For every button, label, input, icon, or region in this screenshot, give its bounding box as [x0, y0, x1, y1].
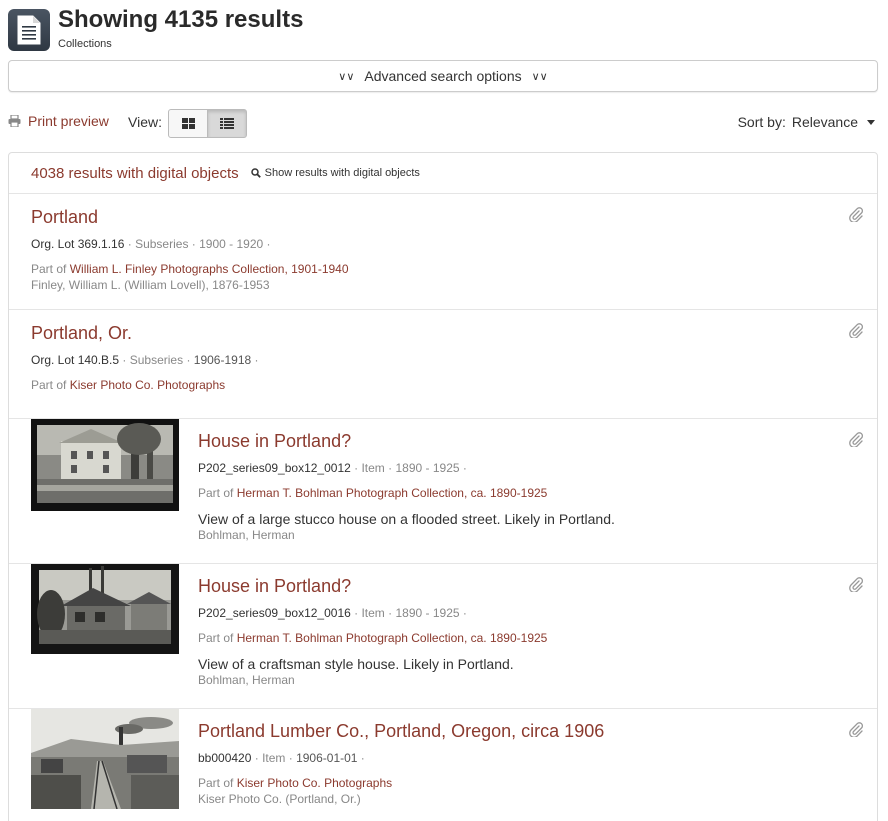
result-level: Item: [361, 606, 385, 620]
result-thumbnail[interactable]: [31, 419, 179, 511]
part-of-prefix: Part of: [198, 631, 234, 645]
result-title-link[interactable]: Portland: [31, 207, 877, 228]
part-of-prefix: Part of: [198, 486, 234, 500]
result-meta: P202_series09_box12_0012 · Item · 1890 -…: [198, 461, 467, 475]
part-of-prefix: Part of: [31, 262, 67, 276]
result-title-link[interactable]: House in Portland?: [198, 576, 877, 597]
result-item: Portland Lumber Co., Portland, Oregon, c…: [9, 709, 877, 821]
result-level: Subseries: [135, 237, 189, 251]
result-title-link[interactable]: Portland Lumber Co., Portland, Oregon, c…: [198, 721, 877, 742]
page-title: Showing 4135 results: [58, 6, 304, 33]
print-preview-label: Print preview: [28, 113, 109, 129]
paperclip-icon: [849, 323, 864, 338]
result-description: View of a large stucco house on a floode…: [198, 511, 615, 527]
craftsman-house-photo: [31, 564, 179, 654]
result-creator: Kiser Photo Co. (Portland, Or.): [198, 792, 361, 806]
collections-document-icon: [8, 9, 50, 51]
result-identifier: bb000420: [198, 751, 252, 765]
result-meta: Org. Lot 369.1.16 · Subseries · 1900 - 1…: [31, 237, 271, 251]
page-subtitle: Collections: [58, 38, 112, 50]
result-meta: Org. Lot 140.B.5 · Subseries · 1906-1918…: [31, 353, 259, 367]
list-icon: [220, 118, 234, 129]
paperclip-icon: [849, 207, 864, 222]
part-of-prefix: Part of: [198, 776, 234, 790]
paperclip-icon: [849, 722, 864, 737]
lumber-mill-photo: [31, 709, 179, 809]
show-digital-objects-label: Show results with digital objects: [264, 167, 420, 179]
digital-objects-count: 4038 results with digital objects: [31, 164, 239, 182]
result-part-of: Part of Kiser Photo Co. Photographs: [31, 378, 877, 392]
result-meta: P202_series09_box12_0016 · Item · 1890 -…: [198, 606, 467, 620]
printer-icon: [8, 115, 21, 127]
advanced-search-toggle[interactable]: ∨∨ Advanced search options ∨∨: [8, 60, 878, 92]
sort-value: Relevance: [791, 114, 858, 130]
result-thumbnail[interactable]: [31, 709, 179, 809]
result-identifier: P202_series09_box12_0016: [198, 606, 351, 620]
result-item: House in Portland? P202_series09_box12_0…: [9, 564, 877, 709]
result-level: Item: [361, 461, 385, 475]
result-thumbnail[interactable]: [31, 564, 179, 654]
result-item: House in Portland? P202_series09_box12_0…: [9, 419, 877, 564]
table-view-button[interactable]: [207, 109, 247, 138]
result-level: Subseries: [129, 353, 184, 367]
double-chevron-down-icon: ∨∨: [531, 70, 548, 83]
result-identifier: Org. Lot 369.1.16: [31, 237, 125, 251]
double-chevron-down-icon: ∨∨: [338, 70, 355, 83]
card-view-button[interactable]: [168, 109, 208, 138]
paperclip-icon: [849, 432, 864, 447]
view-label: View:: [128, 114, 162, 130]
part-of-link[interactable]: Kiser Photo Co. Photographs: [237, 776, 392, 790]
show-digital-objects-link[interactable]: Show results with digital objects: [250, 167, 420, 179]
result-title-link[interactable]: Portland, Or.: [31, 323, 877, 344]
part-of-prefix: Part of: [31, 378, 67, 392]
result-dates: 1900 - 1920: [199, 237, 264, 251]
result-level: Item: [262, 751, 286, 765]
grid-icon: [181, 118, 195, 129]
part-of-link[interactable]: Herman T. Bohlman Photograph Collection,…: [237, 631, 548, 645]
part-of-link[interactable]: Herman T. Bohlman Photograph Collection,…: [237, 486, 548, 500]
result-part-of: Part of Herman T. Bohlman Photograph Col…: [198, 486, 877, 500]
results-toolbar: Print preview View: Sort by: Relevance: [8, 108, 878, 138]
results-panel: 4038 results with digital objects Show r…: [8, 152, 878, 821]
result-dates: 1890 - 1925: [395, 606, 460, 620]
sort-label: Sort by:: [737, 114, 786, 130]
result-creator: Bohlman, Herman: [198, 673, 295, 687]
part-of-link[interactable]: William L. Finley Photographs Collection…: [70, 262, 349, 276]
result-identifier: P202_series09_box12_0012: [198, 461, 351, 475]
print-preview-link[interactable]: Print preview: [8, 113, 109, 129]
result-creator: Finley, William L. (William Lovell), 187…: [31, 278, 270, 292]
result-item: Portland, Or. Org. Lot 140.B.5 · Subseri…: [9, 310, 877, 419]
result-dates: 1890 - 1925: [395, 461, 460, 475]
result-part-of: Part of William L. Finley Photographs Co…: [31, 262, 877, 276]
result-identifier: Org. Lot 140.B.5: [31, 353, 120, 367]
result-item: Portland Org. Lot 369.1.16 · Subseries ·…: [9, 194, 877, 310]
digital-objects-bar: 4038 results with digital objects Show r…: [9, 153, 877, 194]
result-part-of: Part of Herman T. Bohlman Photograph Col…: [198, 631, 877, 645]
part-of-link[interactable]: Kiser Photo Co. Photographs: [70, 378, 225, 392]
caret-down-icon: [867, 119, 875, 125]
paperclip-icon: [849, 577, 864, 592]
sort-dropdown[interactable]: Sort by: Relevance: [738, 114, 875, 130]
result-part-of: Part of Kiser Photo Co. Photographs: [198, 776, 877, 790]
advanced-search-label: Advanced search options: [364, 68, 522, 84]
search-icon: [250, 168, 261, 178]
result-creator: Bohlman, Herman: [198, 528, 295, 542]
result-meta: bb000420 · Item · 1906-01-01 ·: [198, 751, 365, 765]
result-dates: 1906-1918: [193, 353, 252, 367]
result-title-link[interactable]: House in Portland?: [198, 431, 877, 452]
stucco-house-photo: [31, 419, 179, 511]
result-description: View of a craftsman style house. Likely …: [198, 656, 514, 672]
result-dates: 1906-01-01: [296, 751, 358, 765]
